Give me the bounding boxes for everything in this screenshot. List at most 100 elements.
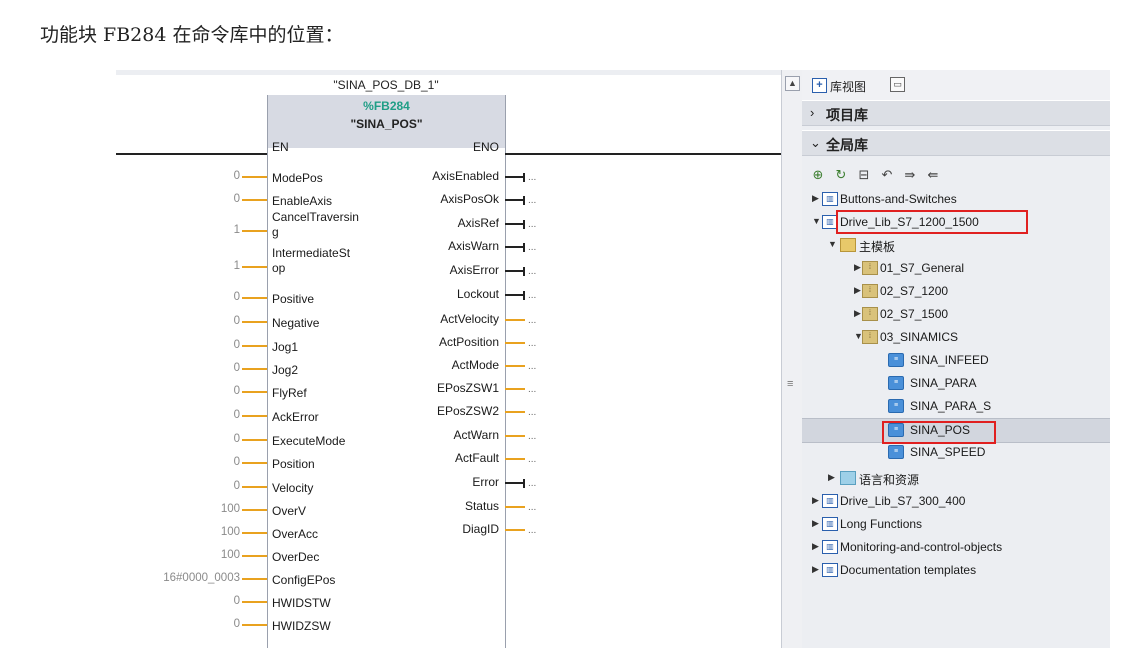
expanded-triangle-icon[interactable]: ▼ — [812, 216, 821, 226]
input-wire[interactable] — [242, 391, 267, 393]
output-dots[interactable]: ... — [528, 362, 536, 372]
input-pin-value[interactable]: 0 — [234, 291, 240, 304]
output-dots[interactable]: ... — [528, 385, 536, 395]
output-wire[interactable] — [505, 199, 525, 201]
input-wire[interactable] — [242, 555, 267, 557]
output-wire[interactable] — [505, 294, 525, 296]
library-view-toggle-icon[interactable]: ▭ — [890, 77, 905, 92]
collapsed-triangle-icon[interactable]: ▶ — [812, 518, 819, 529]
close-library-icon[interactable]: ↶ — [879, 167, 895, 183]
input-pin-value[interactable]: 1 — [234, 260, 240, 273]
collapsed-triangle-icon[interactable]: ▶ — [828, 472, 835, 483]
output-dots[interactable]: ... — [528, 196, 536, 206]
output-wire[interactable] — [505, 458, 525, 460]
scroll-grip-icon[interactable]: ≡ — [787, 378, 793, 390]
instance-db-name[interactable]: "SINA_POS_DB_1" — [266, 78, 506, 92]
tree-item[interactable]: ≡ SINA_PARA_S — [802, 395, 1110, 418]
output-dots[interactable]: ... — [528, 408, 536, 418]
tree-item[interactable]: ≡ SINA_INFEED — [802, 349, 1110, 372]
input-wire[interactable] — [242, 532, 267, 534]
input-pin-value[interactable]: 0 — [234, 339, 240, 352]
output-dots[interactable]: ... — [528, 455, 536, 465]
input-wire[interactable] — [242, 266, 267, 268]
input-wire[interactable] — [242, 624, 267, 626]
input-pin-value[interactable]: 0 — [234, 595, 240, 608]
library-view-label[interactable]: 库视图 — [830, 78, 866, 95]
input-pin-value[interactable]: 100 — [221, 503, 240, 516]
expanded-triangle-icon[interactable]: ▼ — [828, 239, 837, 249]
input-pin-value[interactable]: 0 — [234, 456, 240, 469]
input-pin-value[interactable]: 0 — [234, 433, 240, 446]
collapsed-triangle-icon[interactable]: ▶ — [812, 495, 819, 506]
tree-item[interactable]: ▶ ⁞ 02_S7_1200 — [802, 280, 1110, 303]
project-library-header[interactable]: › 项目库 — [802, 100, 1110, 126]
tree-item[interactable]: ≡ SINA_PARA — [802, 372, 1110, 395]
output-wire[interactable] — [505, 342, 525, 344]
diagram-scrollbar[interactable]: ▲ ≡ — [781, 70, 803, 648]
tree-item[interactable]: ▶ ▥ Long Functions — [802, 513, 1110, 536]
tree-item[interactable]: ▶ ▥ Buttons-and-Switches — [802, 188, 1110, 211]
output-dots[interactable]: ... — [528, 479, 536, 489]
input-pin-value[interactable]: 0 — [234, 409, 240, 422]
tree-item[interactable]: ▼ 主模板 — [802, 234, 1110, 257]
input-wire[interactable] — [242, 486, 267, 488]
input-wire[interactable] — [242, 578, 267, 580]
input-pin-value[interactable]: 100 — [221, 549, 240, 562]
input-wire[interactable] — [242, 297, 267, 299]
tree-item[interactable]: ≡ SINA_SPEED — [802, 441, 1110, 464]
collapsed-triangle-icon[interactable]: ▶ — [854, 262, 861, 273]
input-wire[interactable] — [242, 321, 267, 323]
input-pin-value[interactable]: 100 — [221, 526, 240, 539]
import-icon[interactable]: ⇚ — [925, 167, 941, 183]
tree-item[interactable]: ▶ ⁞ 01_S7_General — [802, 257, 1110, 280]
input-pin-value[interactable]: 16#0000_0003 — [163, 572, 240, 585]
input-wire[interactable] — [242, 176, 267, 178]
output-dots[interactable]: ... — [528, 339, 536, 349]
output-wire[interactable] — [505, 246, 525, 248]
tree-item[interactable]: ▶ 语言和资源 — [802, 467, 1110, 490]
input-pin-value[interactable]: 0 — [234, 315, 240, 328]
tree-item[interactable]: ▶ ▥ Drive_Lib_S7_300_400 — [802, 490, 1110, 513]
output-wire[interactable] — [505, 435, 525, 437]
output-wire[interactable] — [505, 529, 525, 531]
output-wire[interactable] — [505, 482, 525, 484]
output-dots[interactable]: ... — [528, 173, 536, 183]
update-icon[interactable]: ↻ — [833, 167, 849, 183]
output-dots[interactable]: ... — [528, 291, 536, 301]
input-pin-value[interactable]: 0 — [234, 385, 240, 398]
output-dots[interactable]: ... — [528, 316, 536, 326]
export-icon[interactable]: ⇛ — [902, 167, 918, 183]
tree-item[interactable]: ▶ ⁞ 02_S7_1500 — [802, 303, 1110, 326]
collapsed-triangle-icon[interactable]: ▶ — [812, 564, 819, 575]
library-view-icon[interactable]: + — [812, 78, 827, 93]
collapsed-triangle-icon[interactable]: ▶ — [812, 541, 819, 552]
fb-header[interactable]: %FB284 "SINA_POS" — [267, 95, 506, 148]
output-dots[interactable]: ... — [528, 432, 536, 442]
input-pin-value[interactable]: 0 — [234, 170, 240, 183]
output-wire[interactable] — [505, 319, 525, 321]
input-wire[interactable] — [242, 345, 267, 347]
tree-item[interactable]: ▼ ⁞ 03_SINAMICS — [802, 326, 1110, 349]
output-dots[interactable]: ... — [528, 526, 536, 536]
input-wire[interactable] — [242, 439, 267, 441]
input-wire[interactable] — [242, 601, 267, 603]
output-wire[interactable] — [505, 270, 525, 272]
output-wire[interactable] — [505, 176, 525, 178]
output-dots[interactable]: ... — [528, 267, 536, 277]
output-wire[interactable] — [505, 223, 525, 225]
collapsed-triangle-icon[interactable]: ▶ — [812, 193, 819, 204]
input-pin-value[interactable]: 0 — [234, 480, 240, 493]
output-dots[interactable]: ... — [528, 243, 536, 253]
open-library-icon[interactable]: ⊕ — [810, 167, 826, 183]
global-library-header[interactable]: ⌄ 全局库 — [802, 130, 1110, 156]
tree-item[interactable]: ▶ ▥ Documentation templates — [802, 559, 1110, 582]
input-wire[interactable] — [242, 199, 267, 201]
input-pin-value[interactable]: 0 — [234, 618, 240, 631]
output-wire[interactable] — [505, 388, 525, 390]
scroll-up-icon[interactable]: ▲ — [785, 76, 800, 91]
input-wire[interactable] — [242, 368, 267, 370]
input-pin-value[interactable]: 1 — [234, 224, 240, 237]
output-dots[interactable]: ... — [528, 220, 536, 230]
tree-item[interactable]: ▶ ▥ Monitoring-and-control-objects — [802, 536, 1110, 559]
collapsed-triangle-icon[interactable]: ▶ — [854, 285, 861, 296]
